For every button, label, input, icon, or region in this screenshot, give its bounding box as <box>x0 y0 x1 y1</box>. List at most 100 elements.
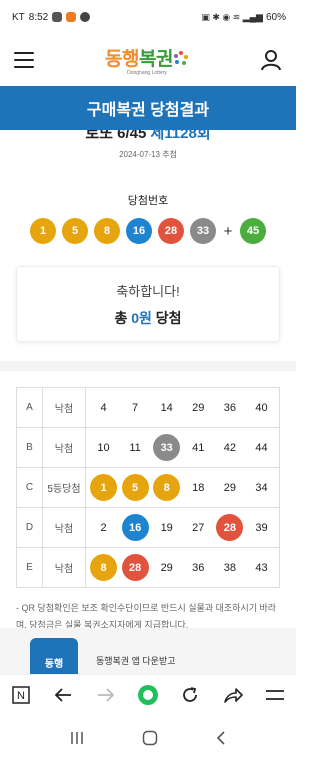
notification-icon <box>52 12 63 22</box>
forward-arrow-icon[interactable] <box>93 682 119 708</box>
back-arrow-icon[interactable] <box>50 682 76 708</box>
svg-text:N: N <box>17 690 25 702</box>
cloud-icon <box>80 12 91 22</box>
status-bar: KT 8:52 ▣ ✱ ◉ ≋ ▂▄▆ 60% <box>0 0 296 34</box>
menu-icon[interactable] <box>262 682 288 708</box>
ticket-number: 40 <box>255 401 268 414</box>
ticket-number: 29 <box>223 481 236 494</box>
logo[interactable]: 동행복권 Donghang Lottery <box>105 44 189 76</box>
table-row: E 낙첨 8 28 29 36 38 43 <box>16 547 280 588</box>
game-numbers: 8 28 29 36 38 43 <box>85 547 280 588</box>
ticket-number: 10 <box>97 441 110 454</box>
ticket-number: 29 <box>160 561 173 574</box>
section-divider <box>0 361 296 371</box>
table-row: A 낙첨 4 7 14 29 36 40 <box>16 387 280 428</box>
matched-number: 8 <box>153 474 181 501</box>
ticket-number: 41 <box>192 441 205 454</box>
game-numbers: 1 5 8 18 29 34 <box>85 467 280 508</box>
ticket-number: 19 <box>160 521 173 534</box>
user-icon[interactable] <box>260 49 282 71</box>
notification-icon <box>66 12 77 22</box>
ticket-number: 7 <box>132 401 139 414</box>
home-button-icon[interactable] <box>142 730 158 746</box>
ticket-number: 18 <box>192 481 205 494</box>
plus-sign: + <box>223 222 233 240</box>
draw-info: 로또 6/45 제1128회 2024-07-13 추첨 <box>0 130 296 190</box>
ticket-number: 36 <box>192 561 205 574</box>
page-title: 구매복권 당첨결과 <box>86 102 210 119</box>
prize-amount: 총 0원 당첨 <box>114 309 182 326</box>
matched-number: 5 <box>121 474 149 501</box>
congrats-message: 축하합니다! <box>116 283 180 299</box>
winning-ball: 8 <box>94 218 120 244</box>
ticket-number: 42 <box>223 441 236 454</box>
bonus-ball: 45 <box>240 218 266 244</box>
game-numbers: 4 7 14 29 36 40 <box>85 387 280 428</box>
game-result: 낙첨 <box>42 547 86 588</box>
game-label: E <box>16 547 43 588</box>
winning-ball: 1 <box>30 218 56 244</box>
carrier-text: KT <box>12 11 25 23</box>
back-button-icon[interactable] <box>215 730 227 746</box>
table-row: C 5등당첨 1 5 8 18 29 34 <box>16 467 280 508</box>
winning-ball: 33 <box>190 218 216 244</box>
browser-toolbar: N <box>0 674 296 714</box>
hamburger-menu-icon[interactable] <box>14 52 34 68</box>
recent-apps-icon[interactable] <box>69 731 85 745</box>
ticket-number: 38 <box>223 561 236 574</box>
ticket-number: 43 <box>255 561 268 574</box>
ticket-number: 11 <box>129 441 141 454</box>
page-title-banner: 구매복권 당첨결과 <box>0 86 296 130</box>
winning-numbers-label: 당첨번호 <box>127 195 169 207</box>
n-icon[interactable]: N <box>8 682 34 708</box>
winning-ball: 16 <box>126 218 152 244</box>
promo-text: 동행복권 앱 다운받고 <box>96 656 176 666</box>
ticket-number: 36 <box>223 401 236 414</box>
game-label: D <box>16 507 43 548</box>
game-label: A <box>16 387 43 428</box>
winning-ball: 28 <box>158 218 184 244</box>
table-row: D 낙첨 2 16 19 27 28 39 <box>16 507 280 548</box>
time-text: 8:52 <box>28 11 49 23</box>
draw-date: 2024-07-13 추첨 <box>119 150 177 159</box>
ticket-number: 29 <box>192 401 205 414</box>
ticket-number: 27 <box>192 521 205 534</box>
logo-subtitle: Donghang Lottery <box>127 70 167 76</box>
ticket-number: 14 <box>160 401 173 414</box>
ticket-number: 2 <box>100 521 107 534</box>
matched-number: 16 <box>121 514 149 541</box>
home-circle-icon[interactable] <box>135 682 161 708</box>
game-label: C <box>16 467 43 508</box>
logo-mark-icon <box>173 50 188 65</box>
app-download-banner[interactable]: 동행 동행복권 앱 다운받고 <box>0 628 296 674</box>
result-summary-card: 축하합니다! 총 0원 당첨 <box>16 266 280 342</box>
game-result: 낙첨 <box>42 387 86 428</box>
matched-number: 8 <box>90 554 117 581</box>
ticket-table: A 낙첨 4 7 14 29 36 40 B 낙첨 10 11 33 41 42 44 C 5등당첨 1 5 8 18 29… <box>16 387 280 588</box>
system-nav-bar <box>0 716 296 760</box>
game-numbers: 2 16 19 27 28 39 <box>85 507 280 548</box>
matched-number: 33 <box>153 434 181 461</box>
signal-icons: ▣ ✱ ◉ ≋ ▂▄▆ <box>201 11 263 22</box>
matched-number: 28 <box>121 554 149 581</box>
winning-ball: 5 <box>62 218 88 244</box>
draw-title: 로또 6/45 제1128회 <box>85 130 211 142</box>
reload-icon[interactable] <box>177 682 203 708</box>
ticket-number: 4 <box>100 401 107 414</box>
promo-logo: 동행 <box>30 638 78 674</box>
ticket-number: 34 <box>255 481 268 494</box>
game-label: B <box>16 427 43 468</box>
battery-text: 60% <box>265 11 286 23</box>
matched-number: 1 <box>90 474 117 501</box>
share-icon[interactable] <box>220 682 246 708</box>
game-result: 낙첨 <box>42 507 86 548</box>
game-result: 낙첨 <box>42 427 86 468</box>
matched-number: 28 <box>216 514 244 541</box>
winning-numbers: 1 5 8 16 28 33 +45 <box>0 218 296 244</box>
ticket-number: 39 <box>255 521 268 534</box>
ticket-number: 44 <box>255 441 268 454</box>
game-result: 5등당첨 <box>42 467 86 508</box>
app-header: 동행복권 Donghang Lottery <box>0 34 296 86</box>
game-numbers: 10 11 33 41 42 44 <box>85 427 280 468</box>
logo-text: 동행복권 <box>105 49 173 70</box>
